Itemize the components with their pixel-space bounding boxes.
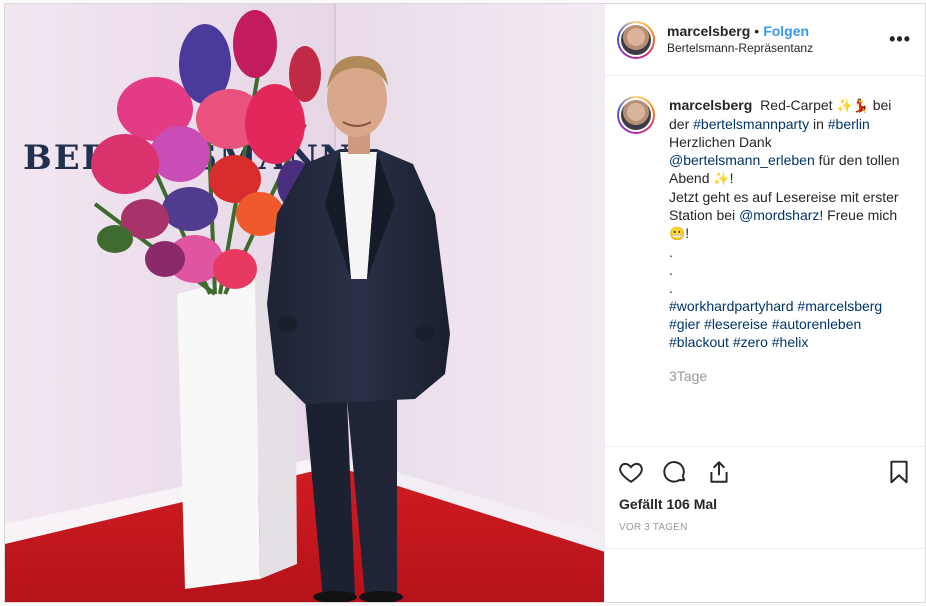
caption-username[interactable]: marcelsberg [669,97,752,113]
likes-count[interactable]: Gefällt 106 Mal [605,496,925,518]
bookmark-icon [890,460,908,483]
caption-dot: . [669,244,673,260]
follow-button[interactable]: Folgen [763,23,809,40]
share-button[interactable] [703,456,735,488]
grimace-emoji: 😬 [669,226,686,241]
location-link[interactable]: Bertelsmann-Repräsentanz [667,40,889,57]
share-icon [710,460,728,483]
more-options-icon[interactable]: ••• [889,29,911,50]
photo-illustration: BERTELSMANN [5,4,604,602]
heart-icon [619,462,643,483]
comment-button[interactable] [659,456,691,488]
author-avatar[interactable] [617,20,655,59]
hashtag-link[interactable]: #helix [772,334,809,350]
action-bar [605,446,925,496]
like-button[interactable] [615,456,647,488]
hashtag-link[interactable]: #berlin [828,116,870,132]
hashtag-link[interactable]: #blackout [669,334,729,350]
post-photo[interactable]: BERTELSMANN [5,4,605,602]
hashtag-link[interactable]: #gier [669,316,700,332]
hashtag-link[interactable]: #bertelsmannparty [693,116,809,132]
hashtag-link[interactable]: #lesereise [704,316,768,332]
comment-box [605,548,925,602]
post-caption: marcelsberg Red-Carpet ✨💃 bei der #berte… [617,96,911,385]
sparkles-emoji: ✨ [713,171,730,186]
comment-icon [663,460,686,483]
hashtag-link[interactable]: #workhardpartyhard [669,298,794,314]
hashtag-link[interactable]: #autorenleben [772,316,862,332]
hashtag-link[interactable]: #marcelsberg [797,298,882,314]
caption-dot: . [669,262,673,278]
author-username[interactable]: marcelsberg [667,23,750,40]
post-header: marcelsberg • Folgen Bertelsmann-Repräse… [605,4,925,76]
separator-dot: • [754,22,760,39]
post-card: BERTELSMANN [4,3,926,603]
caption-dot: . [669,280,673,296]
sparkles-emoji: ✨ [836,98,853,113]
post-date[interactable]: VOR 3 TAGEN [605,518,925,548]
comments-area: marcelsberg Red-Carpet ✨💃 bei der #berte… [605,76,925,446]
mention-link[interactable]: @mordsharz [739,207,819,223]
avatar-photo [621,100,651,130]
dancer-emoji: 💃 [852,98,869,113]
post-sidebar: marcelsberg • Folgen Bertelsmann-Repräse… [605,4,925,602]
caption-age[interactable]: 3Tage [669,367,909,385]
caption-avatar[interactable] [617,96,655,134]
mention-link[interactable]: @bertelsmann_erleben [669,152,815,168]
save-button[interactable] [883,456,915,488]
hashtag-link[interactable]: #zero [733,334,768,350]
avatar-photo [621,24,651,55]
